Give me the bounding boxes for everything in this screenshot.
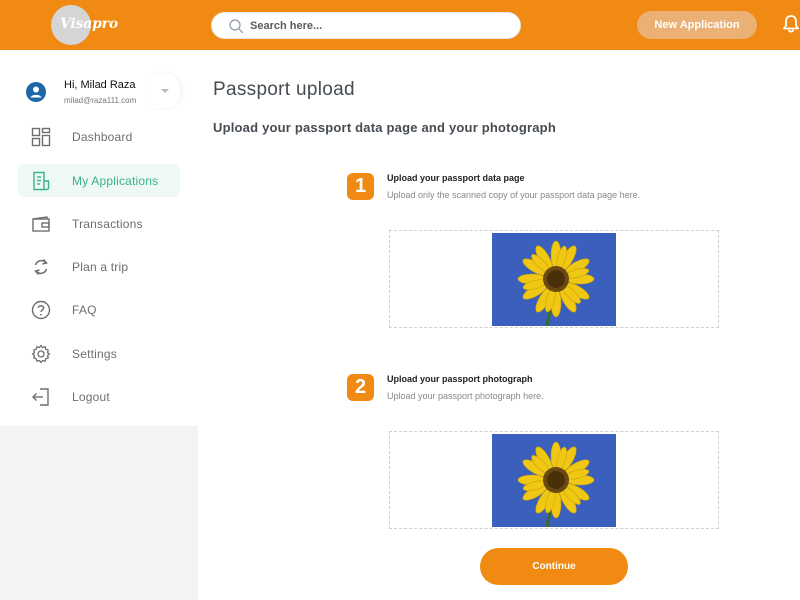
sidebar-item-label: Plan a trip [72, 260, 129, 274]
sidebar-item-logout[interactable]: Logout [18, 380, 180, 413]
page-subtitle: Upload your passport data page and your … [213, 120, 556, 135]
sidebar-item-label: FAQ [72, 303, 97, 317]
logout-icon [32, 388, 49, 406]
user-name-line: Hi, Milad Raza [64, 79, 136, 91]
sidebar-item-plan-a-trip[interactable]: Plan a trip [18, 250, 180, 283]
chevron-down-icon[interactable] [160, 88, 170, 94]
user-name: Milad Raza [80, 79, 136, 91]
search-bar[interactable] [211, 12, 521, 39]
bell-icon[interactable] [782, 14, 800, 34]
sidebar-item-transactions[interactable]: Transactions [18, 207, 180, 240]
user-email: milad@raza111.com [64, 96, 137, 105]
sunflower-image [492, 233, 616, 326]
continue-button[interactable]: Continue [480, 548, 628, 585]
sidebar-item-faq[interactable]: FAQ [18, 293, 180, 326]
sidebar-item-label: Dashboard [72, 130, 133, 144]
avatar[interactable] [26, 82, 46, 102]
sidebar-item-label: Transactions [72, 217, 143, 231]
step-number-badge: 1 [347, 173, 374, 200]
step-title: Upload your passport data page [387, 173, 525, 183]
dashboard-icon [31, 127, 51, 147]
question-icon [31, 300, 51, 320]
step-description: Upload your passport photograph here. [387, 391, 544, 401]
page-title: Passport upload [213, 79, 355, 100]
step-title: Upload your passport photograph [387, 374, 533, 384]
new-application-button[interactable]: New Application [637, 11, 757, 39]
gear-icon [31, 344, 51, 364]
search-input[interactable] [250, 17, 510, 35]
step-description: Upload only the scanned copy of your pas… [387, 190, 641, 200]
step-number-badge: 2 [347, 374, 374, 401]
wallet-icon [32, 216, 50, 232]
greeting: Hi, [64, 79, 78, 91]
sunflower-image [492, 434, 616, 527]
search-icon [229, 19, 244, 34]
refresh-icon [34, 259, 48, 275]
sidebar-item-my-applications[interactable]: My Applications [18, 164, 180, 197]
applications-icon [33, 171, 50, 191]
sidebar-item-label: My Applications [72, 174, 159, 188]
sidebar-item-label: Logout [72, 390, 110, 404]
sidebar-item-settings[interactable]: Settings [18, 337, 180, 370]
sidebar-item-dashboard[interactable]: Dashboard [18, 120, 180, 153]
sidebar-item-label: Settings [72, 347, 117, 361]
logo-text: Visapro [60, 16, 118, 32]
